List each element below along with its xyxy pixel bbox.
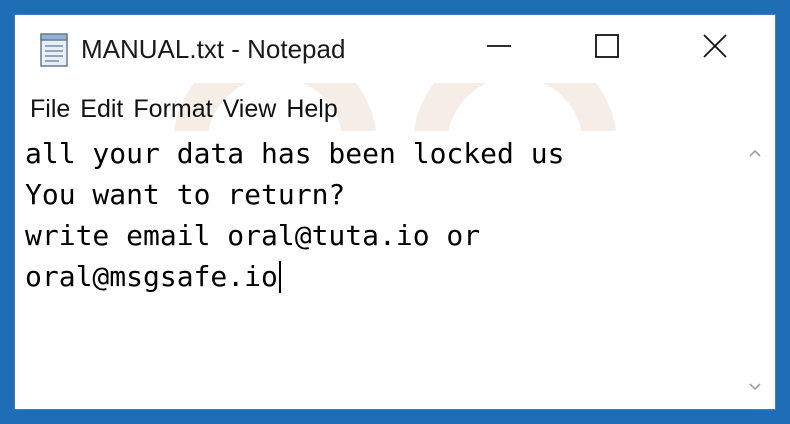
text-editor[interactable]: all your data has been locked us You wan… (15, 131, 775, 409)
notepad-icon (40, 33, 68, 67)
menu-help[interactable]: Help (281, 92, 342, 126)
minimize-icon (487, 45, 511, 47)
notepad-window: MANUAL.txt - Notepad File Edit Format Vi… (14, 14, 776, 410)
text-caret (278, 260, 281, 293)
minimize-button[interactable] (445, 15, 553, 77)
maximize-button[interactable] (553, 15, 661, 77)
text-line-3: write email oral@tuta.io or (25, 215, 725, 256)
menu-bar: File Edit Format View Help (15, 89, 775, 129)
text-line-2: You want to return? (25, 174, 725, 215)
text-line-3-content: write email oral@tuta.io or (25, 219, 481, 252)
text-line-1-content: all your data has been locked us (25, 137, 565, 170)
text-line-2-content: You want to return? (25, 178, 346, 211)
window-title: MANUAL.txt - Notepad (81, 34, 346, 64)
chevron-down-icon[interactable] (747, 379, 763, 395)
chevron-up-icon[interactable] (747, 145, 763, 161)
text-content[interactable]: all your data has been locked us You wan… (25, 133, 725, 403)
close-icon (703, 34, 727, 58)
close-button[interactable] (661, 15, 769, 77)
text-line-4-content: oral@msgsafe.io (25, 260, 278, 293)
text-line-1: all your data has been locked us (25, 133, 725, 174)
text-line-4: oral@msgsafe.io (25, 256, 725, 297)
menu-view[interactable]: View (218, 92, 282, 126)
menu-file[interactable]: File (25, 92, 75, 126)
menu-format[interactable]: Format (128, 92, 217, 126)
title-bar[interactable]: MANUAL.txt - Notepad (15, 15, 775, 83)
vertical-scrollbar[interactable] (735, 131, 775, 409)
menu-edit[interactable]: Edit (75, 92, 128, 126)
maximize-icon (595, 34, 619, 58)
